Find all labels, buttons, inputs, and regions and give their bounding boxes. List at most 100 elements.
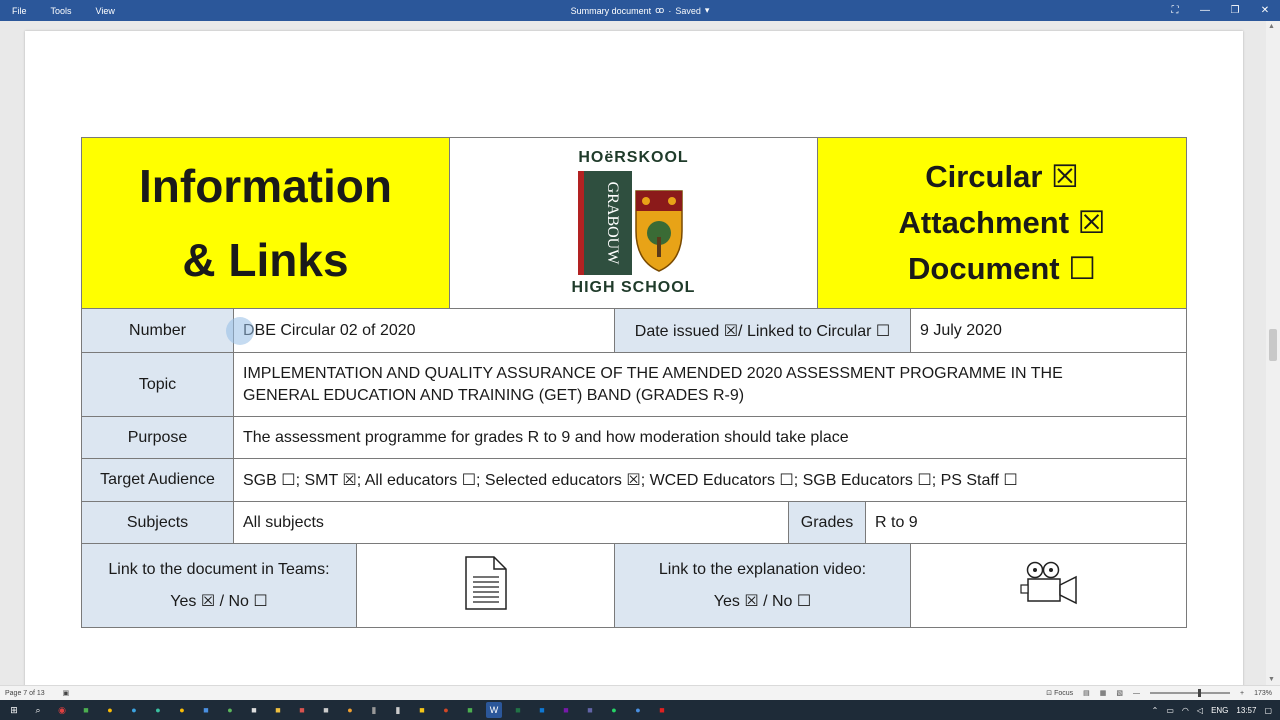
subjects-value[interactable]: All subjects xyxy=(233,501,789,544)
chevron-up-icon[interactable]: ⌃ xyxy=(1152,706,1159,715)
zoom-slider-knob[interactable] xyxy=(1198,689,1201,697)
document-icon[interactable] xyxy=(464,555,508,616)
school-crest-icon: GRABOUW xyxy=(577,171,690,275)
target-audience-value[interactable]: SGB ☐; SMT ☒; All educators ☐; Selected … xyxy=(233,458,1187,502)
number-label: Number xyxy=(81,308,234,353)
document-title-area[interactable]: Summary document ꝏ · Saved ▾ xyxy=(540,0,740,21)
video-link-label: Link to the explanation video: xyxy=(658,560,867,578)
save-status: Saved xyxy=(675,5,701,16)
outlook-icon[interactable]: ■ xyxy=(534,702,550,718)
app-icon-orange[interactable]: ● xyxy=(342,702,358,718)
network-icon[interactable]: ▭ xyxy=(1166,706,1174,715)
purpose-label: Purpose xyxy=(81,416,234,459)
document-link-cell[interactable] xyxy=(356,543,615,628)
whatsapp-icon[interactable]: ● xyxy=(606,702,622,718)
start-windows-icon[interactable]: ⊞ xyxy=(6,702,22,718)
teams-link-choice[interactable]: Yes ☒ / No ☐ xyxy=(170,586,267,618)
heading-line-2: & Links xyxy=(182,234,349,286)
scroll-down-icon[interactable]: ▼ xyxy=(1268,676,1275,683)
check-circular[interactable]: Circular ☒ xyxy=(925,154,1079,200)
mouse-cursor-highlight xyxy=(226,317,254,345)
focus-icon: ⊡ xyxy=(1046,690,1053,697)
document-type-checks: Circular ☒ Attachment ☒ Document ☐ xyxy=(817,137,1187,309)
scroll-up-icon[interactable]: ▲ xyxy=(1268,23,1275,30)
menu-view[interactable]: View xyxy=(96,6,115,16)
person-icon: ꝏ xyxy=(655,5,665,15)
menu-tools[interactable]: Tools xyxy=(51,6,72,16)
teams-icon[interactable]: ■ xyxy=(582,702,598,718)
notifications-icon[interactable]: ▢ xyxy=(1264,706,1272,715)
status-bar: Page 7 of 13 ▣ ⊡ Focus ▤ ▦ ▧ — + 173% xyxy=(0,685,1280,700)
app-icon-record[interactable]: ◉ xyxy=(54,702,70,718)
app-icon-chrome[interactable]: ● xyxy=(102,702,118,718)
date-issued-value[interactable]: 9 July 2020 xyxy=(910,308,1187,353)
logo-text-bottom: HIGH SCHOOL xyxy=(571,279,696,296)
app-icon-dark[interactable]: ■ xyxy=(246,702,262,718)
acrobat-icon[interactable]: ■ xyxy=(654,702,670,718)
volume-icon[interactable]: ◁ xyxy=(1197,706,1203,715)
read-mode-icon[interactable]: ▤ xyxy=(1083,689,1090,697)
taskbar: ⊞ ⌕ ◉ ■ ● ● ● ● ■ ● ■ ■ ■ ■ ● ▮ ▮ ■ ● ■ … xyxy=(0,700,1280,720)
bluetooth-icon[interactable]: ● xyxy=(630,702,646,718)
school-logo: HOëRSKOOL GRABOUW HIGH SCHOOL xyxy=(449,137,818,309)
title-bar: File Tools View Summary document ꝏ · Sav… xyxy=(0,0,1280,21)
video-link-label-cell: Link to the explanation video: Yes ☒ / N… xyxy=(614,543,911,628)
fullscreen-button[interactable]: ⛶ xyxy=(1160,0,1190,21)
video-camera-icon[interactable] xyxy=(1019,561,1078,610)
logo-text-top: HOëRSKOOL xyxy=(578,149,689,166)
vertical-scrollbar[interactable]: ▲ ▼ xyxy=(1266,21,1280,685)
app-icon-edge[interactable]: ● xyxy=(126,702,142,718)
app-icon-blue[interactable]: ■ xyxy=(198,702,214,718)
app-icon-gray[interactable]: ■ xyxy=(318,702,334,718)
page-count[interactable]: Page 7 of 13 ▣ xyxy=(5,689,69,697)
app-icon-yellow[interactable]: ■ xyxy=(414,702,430,718)
system-tray: ⌃ ▭ ◠ ◁ ENG 13:57 ▢ xyxy=(1152,700,1272,720)
wifi-icon[interactable]: ◠ xyxy=(1182,706,1189,715)
app-icon-edge-2[interactable]: ● xyxy=(150,702,166,718)
video-link-cell[interactable] xyxy=(910,543,1187,628)
clock[interactable]: 13:57 xyxy=(1236,706,1256,715)
app-icon-gray-2[interactable]: ▮ xyxy=(390,702,406,718)
scrollbar-thumb[interactable] xyxy=(1269,329,1277,361)
word-icon[interactable]: W xyxy=(486,702,502,718)
folder-icon[interactable]: ■ xyxy=(270,702,286,718)
video-link-choice[interactable]: Yes ☒ / No ☐ xyxy=(714,586,811,618)
check-attachment[interactable]: Attachment ☒ xyxy=(899,200,1106,246)
purpose-value[interactable]: The assessment programme for grades R to… xyxy=(233,416,1187,459)
proofing-icon[interactable]: ▣ xyxy=(63,690,70,697)
restore-button[interactable]: ❐ xyxy=(1220,0,1250,21)
search-icon[interactable]: ⌕ xyxy=(30,702,46,718)
focus-mode-button[interactable]: ⊡ Focus xyxy=(1046,689,1073,697)
date-issued-label: Date issued ☒/ Linked to Circular ☐ xyxy=(614,308,911,353)
menu-file[interactable]: File xyxy=(12,6,27,16)
topic-label: Topic xyxy=(81,352,234,417)
focus-label: Focus xyxy=(1054,690,1074,697)
grades-value[interactable]: R to 9 xyxy=(865,501,1187,544)
app-icon-green-3[interactable]: ■ xyxy=(462,702,478,718)
powerpoint-icon[interactable]: ● xyxy=(438,702,454,718)
onenote-icon[interactable]: ■ xyxy=(558,702,574,718)
minimize-button[interactable]: — xyxy=(1190,0,1220,21)
app-icon-red[interactable]: ■ xyxy=(294,702,310,718)
app-icon-green-2[interactable]: ● xyxy=(222,702,238,718)
grades-label: Grades xyxy=(788,501,866,544)
number-value[interactable]: DBE Circular 02 of 2020 xyxy=(233,308,615,353)
excel-icon[interactable]: ■ xyxy=(510,702,526,718)
check-document[interactable]: Document ☐ xyxy=(908,246,1096,292)
separator-dot: · xyxy=(668,5,672,16)
app-icon-chrome-2[interactable]: ● xyxy=(174,702,190,718)
close-button[interactable]: ✕ xyxy=(1250,0,1280,21)
app-icon-green[interactable]: ■ xyxy=(78,702,94,718)
topic-value[interactable]: IMPLEMENTATION AND QUALITY ASSURANCE OF … xyxy=(233,352,1187,417)
zoom-level[interactable]: 173% xyxy=(1254,690,1272,697)
web-layout-icon[interactable]: ▧ xyxy=(1116,689,1123,697)
zoom-slider[interactable] xyxy=(1150,689,1230,697)
language-indicator[interactable]: ENG xyxy=(1211,706,1228,715)
status-right: ⊡ Focus ▤ ▦ ▧ — + 173% xyxy=(1046,689,1272,697)
zoom-in-button[interactable]: + xyxy=(1240,690,1244,697)
app-icon-dark-2[interactable]: ▮ xyxy=(366,702,382,718)
zoom-out-button[interactable]: — xyxy=(1133,690,1140,697)
page-count-label: Page 7 of 13 xyxy=(5,690,45,697)
info-links-heading: Information & Links xyxy=(81,137,450,309)
print-layout-icon[interactable]: ▦ xyxy=(1100,689,1107,697)
